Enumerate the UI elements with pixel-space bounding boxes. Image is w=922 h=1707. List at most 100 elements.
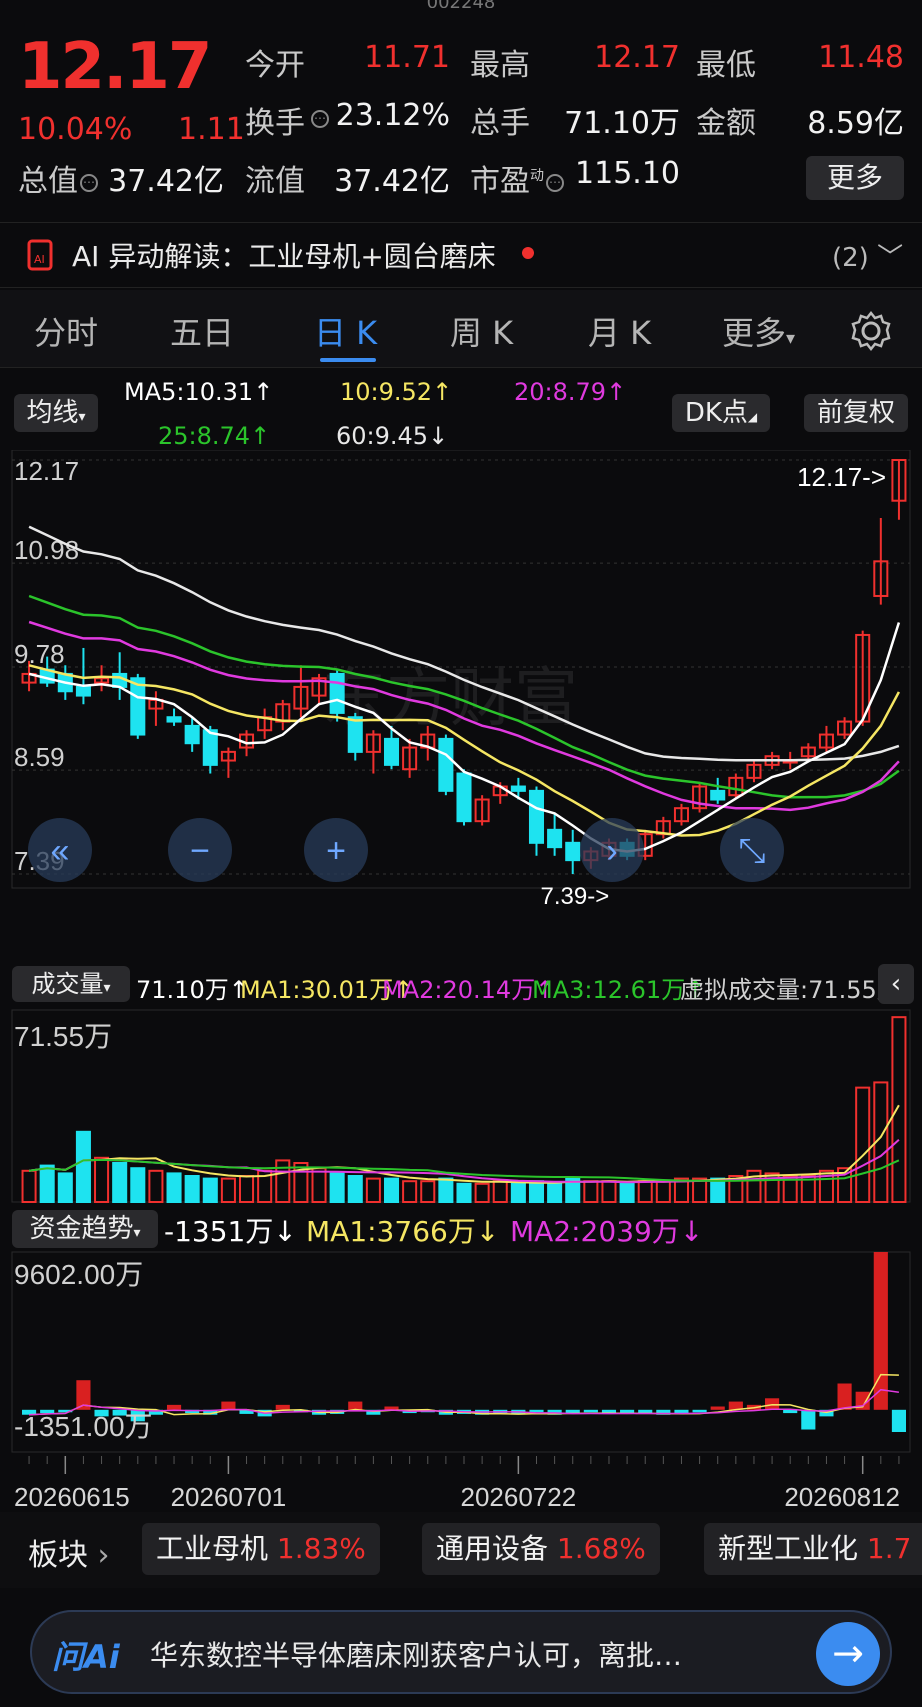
sector-chip-2[interactable]: 新型工业化 1.7 xyxy=(704,1523,922,1575)
ask-ai-bar[interactable]: 问Ai 华东数控半导体磨床刚获客户认可，离批… → xyxy=(30,1610,892,1694)
volume-bar xyxy=(510,1182,526,1203)
fund-bar xyxy=(275,1404,290,1410)
quote-value: 11.48 xyxy=(818,40,904,75)
volume-bar xyxy=(202,1177,218,1203)
tab-more[interactable]: 更多▾ xyxy=(722,308,795,354)
volume-bar xyxy=(184,1175,200,1204)
ai-insight-bar[interactable]: AI AI 异动解读：工业母机+圆台磨床 (2) ﹀ xyxy=(0,222,922,288)
volume-bar xyxy=(855,1086,871,1204)
fund-bar xyxy=(710,1406,725,1410)
volume-bar xyxy=(474,1182,490,1203)
volume-bar xyxy=(75,1130,91,1204)
float-value: 37.42亿 xyxy=(334,164,450,199)
ask-ai-prompt[interactable]: 华东数控半导体磨床刚获客户认可，离批… xyxy=(150,1634,790,1674)
volume-ma2: MA2:20.14万↑ xyxy=(382,976,556,1004)
candle-body xyxy=(438,737,454,792)
sector-label[interactable]: 板块 › xyxy=(28,1530,110,1574)
ask-ai-logo: 问Ai xyxy=(52,1638,120,1676)
ma60-value: 60:9.45↓ xyxy=(336,422,449,450)
pe-value: 115.10 xyxy=(575,156,680,191)
active-tab-indicator xyxy=(320,358,376,362)
candle-body xyxy=(528,789,545,844)
fund-bar xyxy=(221,1401,236,1410)
fund-bar xyxy=(565,1409,580,1414)
scroll-right-icon-glyph: › xyxy=(606,832,617,870)
sector-chip-0[interactable]: 工业母机 1.83% xyxy=(142,1523,380,1575)
volume-bar xyxy=(347,1175,363,1204)
candle-body xyxy=(202,729,218,766)
ma-toggle-dropdown[interactable]: 均线▾ xyxy=(14,394,98,432)
volume-bar xyxy=(239,1175,255,1204)
ma20-value: 20:8.79↑ xyxy=(514,378,627,406)
fund-bar xyxy=(692,1409,707,1413)
date-axis-label: 20260812 xyxy=(784,1482,900,1510)
candle-body xyxy=(329,672,345,714)
candle-body xyxy=(710,789,726,801)
volume-bar xyxy=(692,1177,708,1203)
volume-value: 71.10万↑ xyxy=(136,976,249,1004)
tab-daily-k[interactable]: 日 K xyxy=(314,308,377,354)
candle-body xyxy=(383,737,400,766)
svg-text:AI: AI xyxy=(34,253,45,266)
volume-bar xyxy=(456,1182,472,1203)
collapse-left-icon[interactable]: ‹ xyxy=(878,964,914,1004)
volume-bar xyxy=(329,1172,345,1203)
volume-bar xyxy=(57,1172,73,1203)
quote-label: 换手 xyxy=(245,106,305,141)
volume-bar xyxy=(655,1180,671,1204)
ai-insight-text: AI 异动解读：工业母机+圆台磨床 xyxy=(72,240,496,273)
date-axis-label: 20260615 xyxy=(14,1482,130,1510)
date-axis-label: 20260722 xyxy=(461,1482,577,1510)
volume-bar xyxy=(710,1177,726,1203)
fund-bar xyxy=(837,1383,852,1410)
volume-bar xyxy=(601,1180,617,1204)
volume-bar xyxy=(166,1172,182,1203)
fund-trend-dropdown[interactable]: 资金趋势▾ xyxy=(12,1210,158,1248)
volume-bar xyxy=(21,1169,37,1204)
volume-bar xyxy=(39,1164,55,1204)
tab-five-day[interactable]: 五日 xyxy=(170,308,234,354)
virtual-volume: 虚拟成交量:71.55万 xyxy=(680,976,901,1004)
fund-bar xyxy=(891,1409,907,1432)
tab-monthly-k[interactable]: 月 K xyxy=(588,308,651,354)
fund-bar xyxy=(801,1409,816,1430)
candle-body xyxy=(565,841,581,862)
volume-bar xyxy=(94,1156,110,1203)
high-price-marker: 12.17-> xyxy=(797,462,886,492)
candle-body xyxy=(75,685,91,697)
volume-bar xyxy=(220,1177,236,1203)
volume-bar xyxy=(438,1177,454,1203)
info-icon[interactable]: ⋯ xyxy=(80,173,98,192)
low-price-marker: 7.39-> xyxy=(540,883,609,910)
chevron-down-icon[interactable]: ﹀ xyxy=(877,243,903,273)
sector-chip-1[interactable]: 通用设备 1.68% xyxy=(422,1523,660,1575)
float-value-label: 流值 xyxy=(245,164,305,199)
fund-bar xyxy=(873,1252,888,1410)
quote-label: 金额 xyxy=(696,106,756,141)
tab-intraday[interactable]: 分时 xyxy=(34,308,98,354)
volume-bar xyxy=(583,1180,599,1204)
zoom-out-icon-glyph: − xyxy=(190,832,210,870)
total-value: 37.42亿 xyxy=(108,164,224,199)
tab-weekly-k[interactable]: 周 K xyxy=(450,308,513,354)
stock-code: 002248 xyxy=(0,0,922,8)
volume-bar xyxy=(637,1180,653,1204)
price-axis-label: 10.98 xyxy=(14,535,79,565)
volume-bar xyxy=(420,1180,436,1204)
arrow-right-icon[interactable]: → xyxy=(816,1622,880,1686)
volume-indicator-dropdown[interactable]: 成交量▾ xyxy=(12,966,130,1002)
volume-axis-label: 71.55万 xyxy=(14,1021,112,1052)
ma25-value: 25:8.74↑ xyxy=(158,422,271,450)
adjust-price-button[interactable]: 前复权 xyxy=(804,394,908,432)
fund-trend-ma2: MA2:2039万↓ xyxy=(510,1215,704,1248)
dk-point-button[interactable]: DK点◢ xyxy=(672,394,770,432)
volume-bar xyxy=(492,1180,508,1204)
last-price: 12.17 xyxy=(18,30,212,104)
candle-body xyxy=(184,724,200,745)
fund-trend-ma1: MA1:3766万↓ xyxy=(306,1215,500,1248)
settings-gear-icon[interactable] xyxy=(850,310,892,352)
more-button[interactable]: 更多 xyxy=(806,156,904,200)
candle-body xyxy=(547,828,563,849)
fund-trend-value: -1351万↓ xyxy=(164,1215,297,1248)
fund-bar xyxy=(166,1404,182,1410)
